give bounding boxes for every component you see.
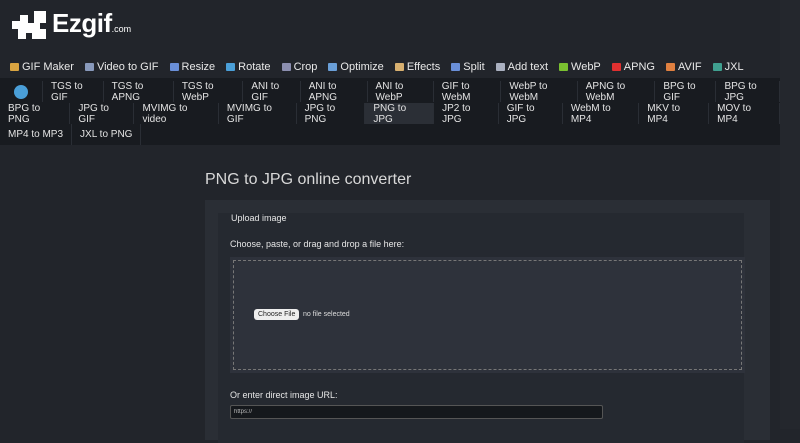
- logo-icon: [12, 11, 46, 39]
- video-icon: [84, 63, 94, 71]
- tool-link-apng-to-webm[interactable]: APNG to WebM: [578, 81, 656, 103]
- tool-link-ani-to-webp[interactable]: ANI to WebP: [368, 81, 434, 103]
- logo-suffix: .com: [111, 24, 132, 34]
- tool-link-jpg-to-gif[interactable]: JPG to GIF: [70, 103, 135, 125]
- tool-link-mvimg-to-video[interactable]: MVIMG to video: [134, 103, 219, 125]
- file-status: no file selected: [303, 311, 350, 318]
- nav-gif-maker[interactable]: GIF Maker: [10, 61, 74, 73]
- tool-link-bpg-to-jpg[interactable]: BPG to JPG: [716, 81, 780, 103]
- upload-legend: Upload image: [231, 213, 287, 223]
- url-input[interactable]: [230, 405, 603, 419]
- page-title: PNG to JPG online converter: [205, 171, 412, 188]
- effects-icon: [394, 63, 404, 71]
- tool-link-jpg-to-png[interactable]: JPG to PNG: [297, 103, 366, 125]
- gif-maker-icon: [10, 63, 19, 71]
- tool-link-bpg-to-gif[interactable]: BPG to GIF: [655, 81, 717, 103]
- globe-icon: [14, 84, 28, 99]
- optimize-icon: [328, 63, 338, 71]
- tool-link-mp4-to-mp3[interactable]: MP4 to MP3: [0, 124, 73, 145]
- nav-label: Crop: [293, 61, 318, 73]
- crop-icon: [281, 63, 291, 71]
- tool-link-jxl-to-png[interactable]: JXL to PNG: [72, 124, 142, 145]
- tool-link-mkv-to-mp4[interactable]: MKV to MP4: [639, 103, 710, 125]
- nav-webp[interactable]: WebP: [559, 61, 601, 73]
- tool-link-bpg-to-png[interactable]: BPG to PNG: [0, 103, 71, 125]
- jxl-icon: [712, 63, 722, 71]
- drop-label: Choose, paste, or drag and drop a file h…: [230, 239, 405, 249]
- nav-label: Resize: [181, 61, 216, 73]
- tool-link-tgs-to-gif[interactable]: TGS to GIF: [43, 81, 104, 103]
- choose-file-button[interactable]: Choose File: [254, 309, 300, 320]
- tool-link-mvimg-to-gif[interactable]: MVIMG to GIF: [219, 103, 297, 125]
- nav-add-text[interactable]: Add text: [495, 61, 549, 73]
- drop-zone[interactable]: Choose File no file selected: [230, 257, 745, 373]
- nav-avif[interactable]: AVIF: [665, 61, 702, 73]
- nav-apng[interactable]: APNG: [611, 61, 655, 73]
- nav-label: GIF Maker: [22, 61, 74, 73]
- nav-video-to-gif[interactable]: Video to GIF: [84, 61, 159, 73]
- nav-label: Split: [463, 61, 485, 73]
- tool-link-tgs-to-apng[interactable]: TGS to APNG: [104, 81, 174, 103]
- resize-icon: [169, 63, 179, 71]
- nav-label: Effects: [406, 61, 441, 73]
- split-icon: [451, 63, 461, 71]
- tool-link-webm-to-mp4[interactable]: WebM to MP4: [563, 103, 640, 125]
- logo[interactable]: Ezgif .com: [12, 8, 131, 39]
- tool-link-ani-to-apng[interactable]: ANI to APNG: [301, 81, 368, 103]
- main-nav: GIF Maker Video to GIF Resize Rotate Crop Opt…: [10, 61, 744, 73]
- nav-split[interactable]: Split: [451, 61, 485, 73]
- nav-label: Optimize: [340, 61, 384, 73]
- nav-crop[interactable]: Crop: [281, 61, 318, 73]
- home-link[interactable]: [0, 81, 43, 102]
- nav-jxl[interactable]: JXL: [712, 61, 744, 73]
- tool-link-gif-to-jpg[interactable]: GIF to JPG: [499, 103, 563, 125]
- nav-resize[interactable]: Resize: [169, 61, 216, 73]
- tool-link-tgs-to-webp[interactable]: TGS to WebP: [174, 81, 244, 103]
- avif-icon: [665, 63, 675, 71]
- tool-link-webp-to-webm[interactable]: WebP to WebM: [501, 81, 578, 103]
- sub-nav: TGS to GIF TGS to APNG TGS to WebP ANI to G…: [0, 78, 781, 145]
- nav-label: JXL: [724, 61, 744, 73]
- nav-label: Video to GIF: [96, 61, 159, 73]
- nav-label: AVIF: [677, 61, 702, 73]
- url-label: Or enter direct image URL:: [230, 390, 338, 400]
- tool-link-jp2-to-jpg[interactable]: JP2 to JPG: [434, 103, 499, 125]
- nav-label: WebP: [571, 61, 601, 73]
- add-text-icon: [495, 63, 505, 71]
- nav-rotate[interactable]: Rotate: [226, 61, 271, 73]
- nav-label: APNG: [623, 61, 655, 73]
- nav-effects[interactable]: Effects: [394, 61, 441, 73]
- apng-icon: [611, 63, 621, 71]
- scrollbar-area: [780, 0, 800, 429]
- nav-label: Add text: [507, 61, 549, 73]
- logo-text: Ezgif: [52, 8, 112, 38]
- nav-optimize[interactable]: Optimize: [328, 61, 384, 73]
- tool-link-mov-to-mp4[interactable]: MOV to MP4: [709, 103, 781, 125]
- upload-panel: Upload image Choose, paste, or drag and …: [205, 200, 770, 443]
- rotate-icon: [226, 63, 236, 71]
- webp-icon: [559, 63, 569, 71]
- tool-link-gif-to-webm[interactable]: GIF to WebM: [434, 81, 502, 103]
- upload-fieldset: Upload image Choose, paste, or drag and …: [218, 213, 745, 443]
- tool-link-ani-to-gif[interactable]: ANI to GIF: [243, 81, 301, 103]
- tool-link-png-to-jpg[interactable]: PNG to JPG: [365, 103, 435, 125]
- nav-label: Rotate: [238, 61, 271, 73]
